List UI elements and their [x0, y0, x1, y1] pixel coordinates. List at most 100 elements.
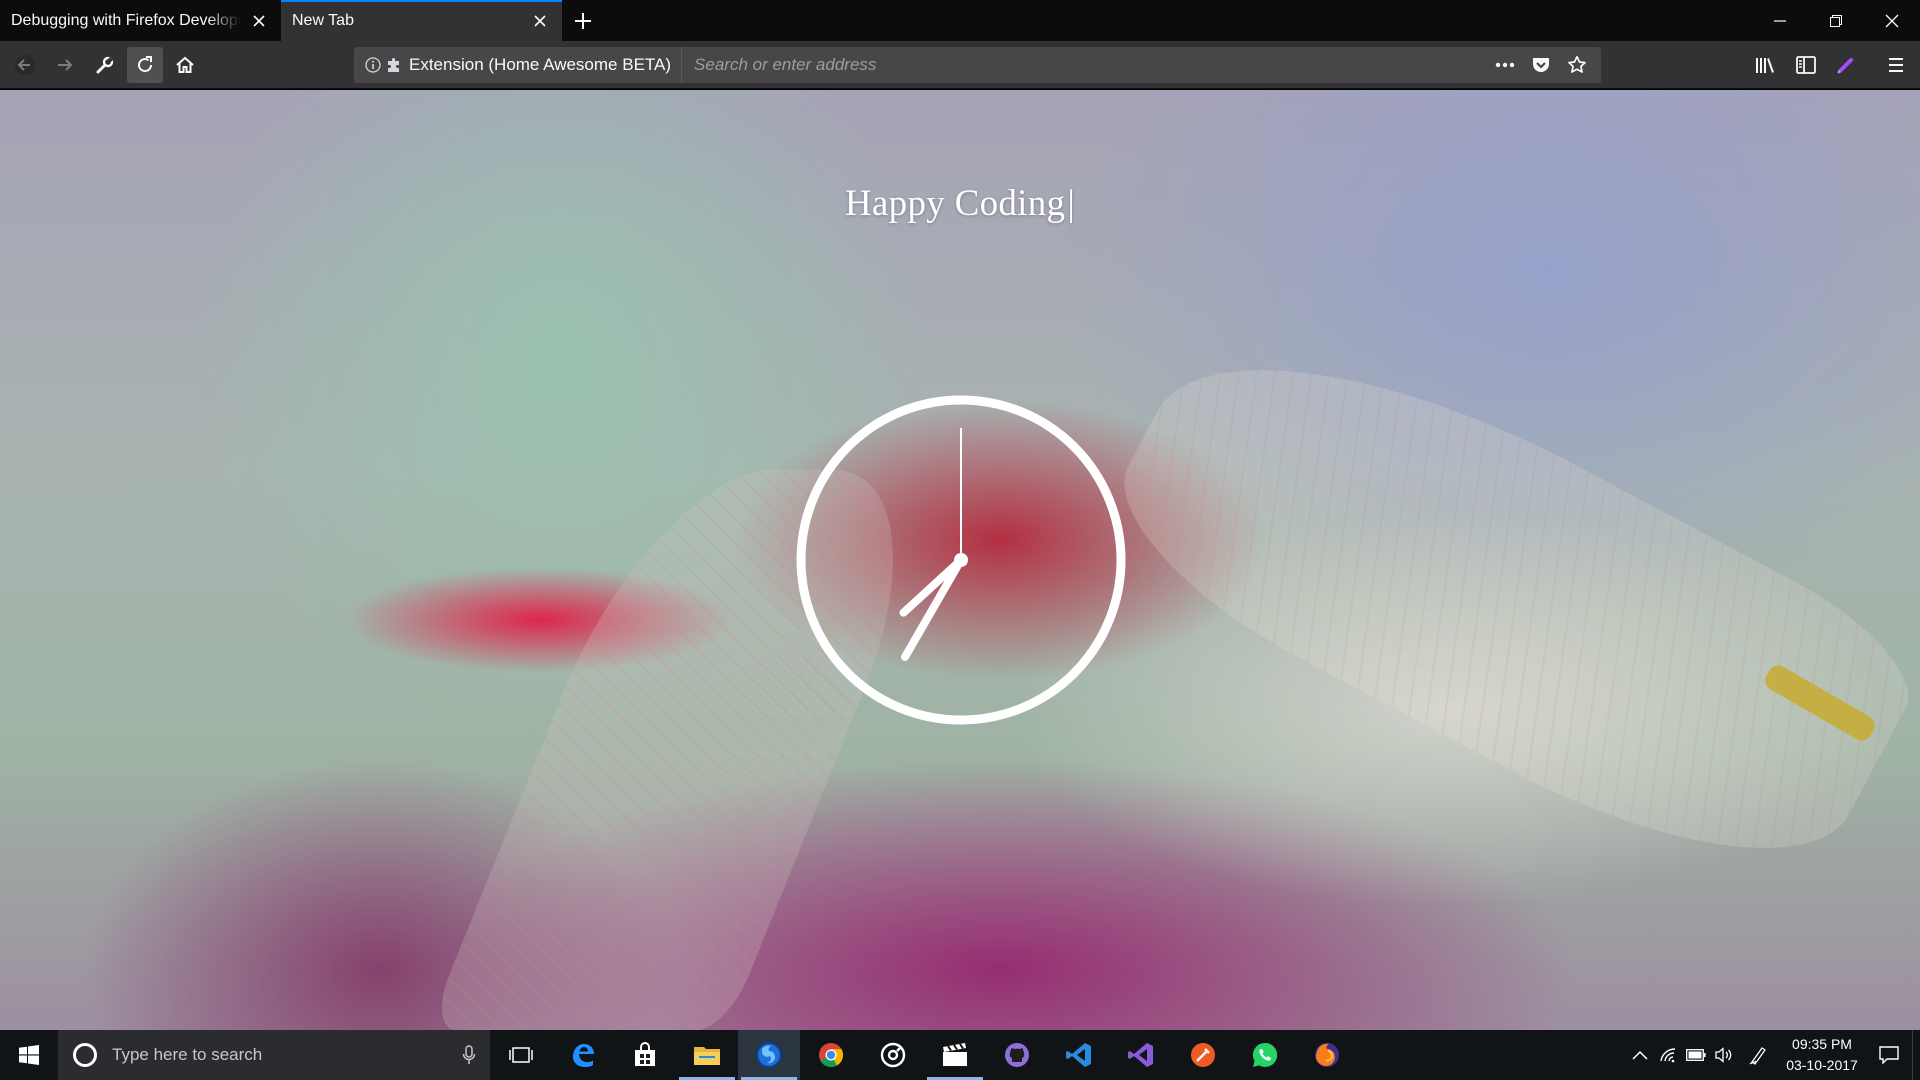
search-placeholder: Type here to search [112, 1045, 263, 1064]
taskbar-app-vs-code[interactable] [1048, 1030, 1110, 1080]
show-hidden-icons-button[interactable] [1626, 1030, 1654, 1080]
back-arrow-icon [14, 54, 36, 75]
action-center-button[interactable] [1866, 1030, 1912, 1080]
extension-toolbar-button[interactable] [1828, 47, 1864, 83]
edge-icon [573, 1044, 594, 1067]
url-bar[interactable]: Extension (Home Awesome BETA) [354, 47, 1601, 83]
windows-ink-button[interactable] [1738, 1030, 1778, 1080]
show-desktop-button[interactable] [1912, 1030, 1920, 1080]
taskbar-time: 09:35 PM [1792, 1036, 1852, 1052]
battery-icon [1686, 1049, 1706, 1061]
store-icon [635, 1042, 655, 1066]
firefox-icon [1315, 1043, 1339, 1067]
task-view-icon [509, 1047, 533, 1063]
clock-center [954, 553, 968, 567]
close-icon[interactable] [530, 11, 550, 31]
visual-studio-icon [1128, 1043, 1153, 1067]
hamburger-menu-icon [1889, 58, 1903, 72]
groove-music-icon [880, 1042, 906, 1068]
extension-name-label: Extension (Home Awesome BETA) [409, 55, 672, 74]
taskbar-app-visual-studio[interactable] [1110, 1030, 1172, 1080]
library-button[interactable] [1748, 47, 1784, 83]
minimize-icon [1774, 19, 1786, 22]
new-tab-page: Happy Coding| [0, 90, 1920, 1030]
taskbar-app-groove-music[interactable] [862, 1030, 924, 1080]
plus-icon [575, 12, 591, 29]
tabstrip-drag-area[interactable] [604, 0, 1752, 41]
taskbar-app-firefox[interactable] [1296, 1030, 1358, 1080]
sidebar-icon [1796, 56, 1816, 74]
close-window-button[interactable] [1864, 0, 1920, 41]
windows-logo-icon [19, 1045, 39, 1065]
address-input[interactable] [682, 47, 1487, 83]
taskbar-search-box[interactable]: Type here to search [58, 1030, 490, 1080]
volume-button[interactable] [1710, 1030, 1738, 1080]
site-identity-box[interactable]: Extension (Home Awesome BETA) [354, 47, 683, 83]
developer-tools-button[interactable] [87, 47, 123, 83]
home-button[interactable] [167, 47, 203, 83]
notification-icon [1879, 1046, 1899, 1064]
greeting-text: Happy Coding| [0, 182, 1920, 225]
close-icon [1885, 14, 1899, 27]
wifi-icon [1660, 1048, 1676, 1063]
firefox-developer-edition-icon [756, 1042, 782, 1068]
analog-clock [796, 395, 1126, 725]
wrench-icon [96, 56, 114, 73]
open-menu-button[interactable] [1878, 47, 1914, 83]
taskbar-date: 03-10-2017 [1786, 1057, 1858, 1073]
github-icon [1005, 1043, 1029, 1067]
taskbar-app-chrome[interactable] [800, 1030, 862, 1080]
task-view-button[interactable] [490, 1030, 552, 1080]
page-actions-button[interactable] [1487, 47, 1523, 83]
bookmark-star-button[interactable] [1559, 47, 1595, 83]
cortana-icon [73, 1043, 97, 1067]
start-button[interactable] [0, 1030, 58, 1080]
reload-icon [138, 55, 153, 72]
chrome-icon [819, 1043, 844, 1068]
sidebar-button[interactable] [1788, 47, 1824, 83]
more-dots-icon [1495, 62, 1515, 68]
forward-button[interactable] [47, 47, 83, 83]
minimize-button[interactable] [1752, 0, 1808, 41]
back-button[interactable] [7, 47, 43, 83]
restore-icon [1830, 14, 1842, 27]
clapperboard-icon [943, 1043, 967, 1066]
tab-label: New Tab [292, 11, 354, 29]
network-button[interactable] [1654, 1030, 1682, 1080]
postman-icon [1191, 1043, 1215, 1067]
folder-icon [694, 1047, 720, 1065]
puzzle-piece-icon [388, 58, 399, 72]
restore-button[interactable] [1808, 0, 1864, 41]
microphone-icon[interactable] [462, 1045, 476, 1065]
taskbar-app-postman[interactable] [1172, 1030, 1234, 1080]
chevron-up-icon [1632, 1050, 1648, 1060]
battery-button[interactable] [1682, 1030, 1710, 1080]
typing-caret: | [1067, 183, 1076, 224]
tab-label: Debugging with Firefox Developer [11, 11, 241, 29]
pen-icon [1749, 1047, 1766, 1065]
tab-strip: Debugging with Firefox Developer New Tab [0, 0, 1920, 41]
taskbar-app-store[interactable] [614, 1030, 676, 1080]
close-icon[interactable] [249, 11, 269, 31]
pencil-icon [1837, 58, 1853, 74]
taskbar-app-movies-tv[interactable] [924, 1030, 986, 1080]
taskbar-clock[interactable]: 09:35 PM 03-10-2017 [1778, 1030, 1866, 1080]
greeting-message: Happy Coding [844, 183, 1066, 224]
pocket-button[interactable] [1523, 47, 1559, 83]
vs-code-icon [1066, 1043, 1091, 1067]
tab-debugging[interactable]: Debugging with Firefox Developer [0, 0, 281, 41]
star-icon [1568, 55, 1586, 73]
new-tab-button[interactable] [562, 0, 604, 41]
home-icon [176, 56, 194, 73]
tab-new-tab[interactable]: New Tab [281, 0, 562, 41]
taskbar-app-whatsapp[interactable] [1234, 1030, 1296, 1080]
windows-taskbar: Type here to search 09:35 PM 03-10-2017 [0, 1030, 1920, 1080]
reload-button[interactable] [127, 46, 163, 83]
taskbar-app-firefox-developer-edition[interactable] [738, 1030, 800, 1080]
taskbar-app-file-explorer[interactable] [676, 1030, 738, 1080]
pocket-icon [1533, 58, 1549, 72]
forward-arrow-icon [58, 58, 73, 71]
taskbar-app-github-desktop[interactable] [986, 1030, 1048, 1080]
taskbar-app-edge[interactable] [552, 1030, 614, 1080]
whatsapp-icon [1252, 1042, 1278, 1067]
